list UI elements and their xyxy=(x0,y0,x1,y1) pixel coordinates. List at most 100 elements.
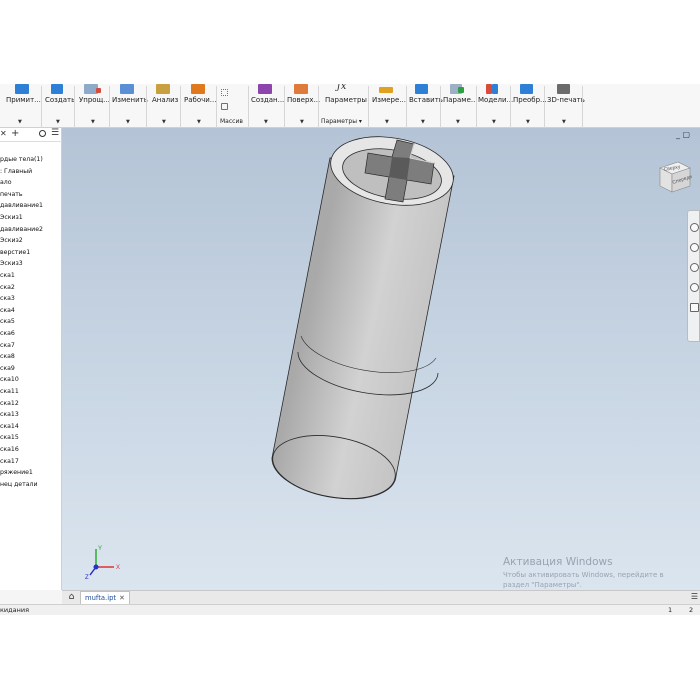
tree-item[interactable]: рдые тела(1) xyxy=(0,156,43,163)
tree-item[interactable]: Эскиз1 xyxy=(0,214,23,221)
ribbon-button-surface[interactable]: Поверх... ▼ xyxy=(286,84,320,128)
chevron-down-icon[interactable]: ▼ xyxy=(421,119,425,125)
3d-viewport[interactable]: _ ▢ Сверху Спереди X Y Z Активация Windo… xyxy=(62,128,700,590)
chevron-down-icon[interactable]: ▼ xyxy=(91,119,95,125)
browser-header: ✕ + ☰ xyxy=(0,128,62,142)
ribbon-separator xyxy=(476,86,477,128)
insert-icon xyxy=(415,84,428,94)
search-icon[interactable] xyxy=(39,130,46,137)
surface-icon xyxy=(294,84,308,94)
close-icon[interactable]: ✕ xyxy=(0,129,7,138)
tree-item[interactable]: печать xyxy=(0,191,23,198)
tree-item[interactable]: ска10 xyxy=(0,376,19,383)
pan-icon[interactable] xyxy=(690,243,699,252)
group-label-parameters[interactable]: Параметры ▾ xyxy=(321,118,362,125)
menu-icon[interactable]: ☰ xyxy=(691,592,698,601)
tree-item[interactable]: ска6 xyxy=(0,330,15,337)
ribbon-label: Изменить xyxy=(112,96,148,104)
chevron-down-icon[interactable]: ▼ xyxy=(492,119,496,125)
window-controls[interactable]: _ ▢ xyxy=(676,130,690,139)
tree-item[interactable]: ска14 xyxy=(0,423,19,430)
close-icon[interactable]: ✕ xyxy=(119,594,125,602)
ribbon-button-measure[interactable]: Измере... ▼ xyxy=(370,84,406,128)
ribbon-button-modify[interactable]: Изменить ▼ xyxy=(111,84,148,128)
watermark-line: Чтобы активировать Windows, перейдите в xyxy=(503,571,664,579)
chevron-down-icon[interactable]: ▼ xyxy=(126,119,130,125)
chevron-down-icon[interactable]: ▼ xyxy=(197,119,201,125)
ribbon-button-primitive[interactable]: Примит... ▼ xyxy=(2,84,42,128)
ribbon-button-create[interactable]: Создать ▼ xyxy=(43,84,75,128)
tree-item[interactable]: ска13 xyxy=(0,411,19,418)
ribbon-button-analysis[interactable]: Анализ ▼ xyxy=(148,84,180,128)
chevron-down-icon[interactable]: ▼ xyxy=(456,119,460,125)
status-bar: кидания 1 2 xyxy=(0,604,700,615)
tree-item[interactable]: ска12 xyxy=(0,400,19,407)
coupling-model[interactable] xyxy=(62,128,700,590)
tree-item[interactable]: ска5 xyxy=(0,318,15,325)
chevron-down-icon[interactable]: ▼ xyxy=(385,119,389,125)
tree-item[interactable]: нец детали xyxy=(0,481,38,488)
tree-item[interactable]: ряжение1 xyxy=(0,469,33,476)
tree-item[interactable]: ска15 xyxy=(0,434,19,441)
fx-parameters-icon: ƒx xyxy=(337,84,347,92)
chevron-down-icon[interactable]: ▼ xyxy=(18,119,22,125)
convert-icon xyxy=(520,84,533,94)
tree-item[interactable]: ска17 xyxy=(0,458,19,465)
ribbon-separator xyxy=(216,86,217,128)
ribbon-button-simplify[interactable]: Упрощ... ▼ xyxy=(76,84,110,128)
tree-item[interactable]: ска16 xyxy=(0,446,19,453)
chevron-down-icon[interactable]: ▼ xyxy=(300,119,304,125)
chevron-down-icon[interactable]: ▼ xyxy=(562,119,566,125)
tree-item[interactable]: ска9 xyxy=(0,365,15,372)
ribbon-button-work-features[interactable]: Рабочи... ▼ xyxy=(182,84,216,128)
tree-item[interactable]: : Главный xyxy=(0,168,32,175)
tree-item[interactable]: ска11 xyxy=(0,388,19,395)
tree-item[interactable]: давливание1 xyxy=(0,202,43,209)
tab-label: mufta.ipt xyxy=(85,594,117,602)
ribbon-separator xyxy=(406,86,407,128)
look-at-icon[interactable] xyxy=(690,303,699,312)
tree-item[interactable]: ска4 xyxy=(0,307,15,314)
ribbon-button-create-freeform[interactable]: Создан... ▼ xyxy=(250,84,284,128)
tree-item[interactable]: верстие1 xyxy=(0,249,30,256)
windows-activation-watermark: Активация Windows Чтобы активировать Win… xyxy=(503,556,664,589)
tab-mufta[interactable]: mufta.ipt ✕ xyxy=(80,591,130,604)
tree-item[interactable]: давливание2 xyxy=(0,226,43,233)
ribbon-label: Параметры xyxy=(325,96,367,104)
tree-item[interactable]: ска8 xyxy=(0,353,15,360)
primitive-icon xyxy=(15,84,29,94)
ribbon-button-insert[interactable]: Вставить ▼ xyxy=(408,84,443,128)
ribbon-button-parameter[interactable]: Параме... ▼ xyxy=(442,84,478,128)
zoom-icon[interactable] xyxy=(690,263,699,272)
menu-icon[interactable]: ☰ xyxy=(51,128,59,138)
tree-item[interactable]: ска3 xyxy=(0,295,15,302)
chevron-down-icon[interactable]: ▼ xyxy=(526,119,530,125)
home-icon[interactable]: ⌂ xyxy=(66,592,77,603)
tree-item[interactable]: ска2 xyxy=(0,284,15,291)
ribbon-separator xyxy=(318,86,319,128)
orbit-icon[interactable] xyxy=(690,283,699,292)
chevron-down-icon[interactable]: ▼ xyxy=(56,119,60,125)
ribbon-button-model[interactable]: Модели... ▼ xyxy=(478,84,513,128)
cylinder-body[interactable] xyxy=(271,157,455,500)
status-count: 1 xyxy=(668,606,673,614)
ribbon-label: Создать xyxy=(45,96,76,104)
chevron-down-icon[interactable]: ▼ xyxy=(162,119,166,125)
tree-item[interactable]: Эскиз2 xyxy=(0,237,23,244)
viewcube[interactable]: Сверху Спереди xyxy=(654,158,694,198)
ribbon-label: Анализ xyxy=(152,96,179,104)
ribbon-button-3d-print[interactable]: 3D-печать ▼ xyxy=(546,84,585,128)
chevron-down-icon[interactable]: ▼ xyxy=(264,119,268,125)
status-count: 2 xyxy=(689,606,694,614)
ribbon-button-parameters[interactable]: ƒx Параметры Параметры ▾ xyxy=(320,84,368,128)
3d-print-icon xyxy=(557,84,570,94)
ribbon-label: Примит... xyxy=(6,96,41,104)
tree-item[interactable]: ска7 xyxy=(0,342,15,349)
tree-item[interactable]: ало xyxy=(0,179,12,186)
tree-item[interactable]: Эскиз3 xyxy=(0,260,23,267)
add-icon[interactable]: + xyxy=(11,128,19,139)
steering-wheel-icon[interactable] xyxy=(690,223,699,232)
tree-item[interactable]: ска1 xyxy=(0,272,15,279)
ribbon-group-pattern[interactable]: Массив xyxy=(218,84,248,128)
ribbon-button-convert[interactable]: Преобр... ▼ xyxy=(512,84,547,128)
